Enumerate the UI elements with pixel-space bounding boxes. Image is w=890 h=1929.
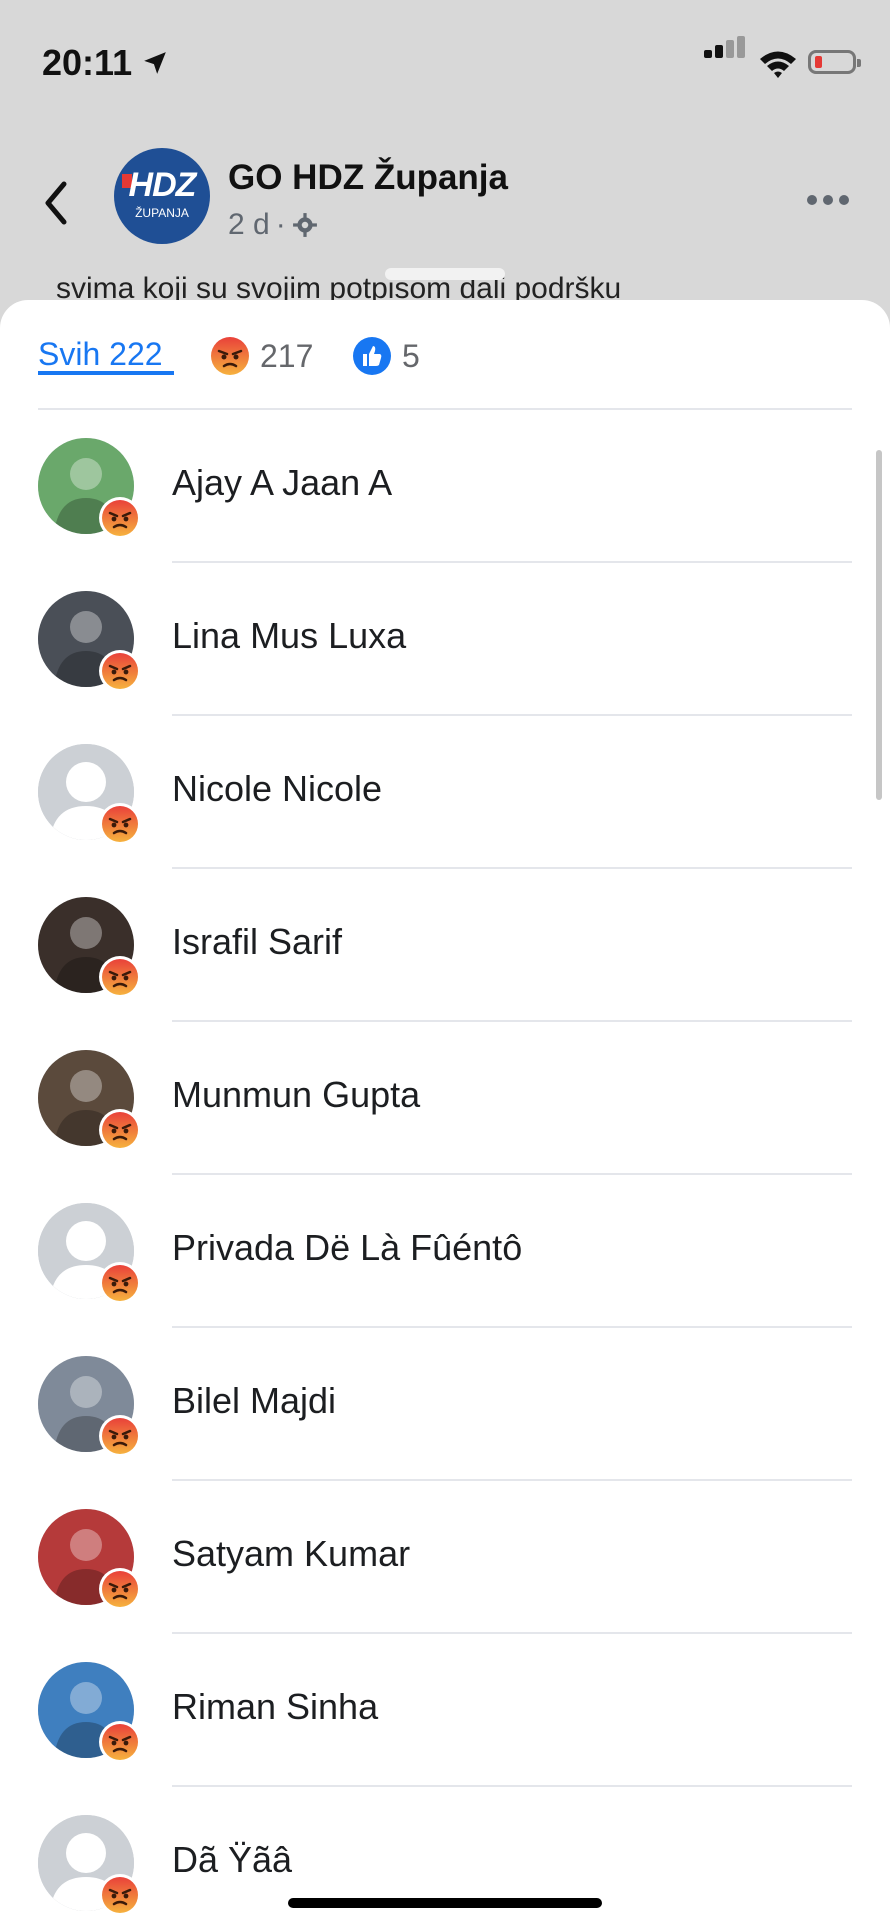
home-indicator[interactable]: [288, 1898, 602, 1908]
list-item[interactable]: Lina Mus Luxa: [0, 563, 890, 716]
location-arrow-icon: [144, 52, 166, 74]
person-name[interactable]: Bilel Majdi: [172, 1380, 336, 1422]
list-item[interactable]: Satyam Kumar: [0, 1481, 890, 1634]
back-chevron-icon[interactable]: [40, 178, 72, 228]
person-name[interactable]: Lina Mus Luxa: [172, 615, 406, 657]
post-header: HDZ ŽUPANJA GO HDZ Županja 2 d ·: [0, 130, 890, 280]
angry-reaction-badge-icon: [99, 956, 141, 998]
like-reaction-icon: [353, 337, 391, 375]
page-name[interactable]: GO HDZ Županja: [228, 158, 508, 198]
list-item[interactable]: Privada Dë Là Fûéntô: [0, 1175, 890, 1328]
angry-reaction-badge-icon: [99, 1721, 141, 1763]
person-name[interactable]: Privada Dë Là Fûéntô: [172, 1227, 522, 1269]
gear-icon: [292, 213, 317, 237]
angry-reaction-badge-icon: [99, 650, 141, 692]
wifi-icon: [760, 51, 796, 78]
person-name[interactable]: Riman Sinha: [172, 1686, 378, 1728]
person-name[interactable]: Dã Ÿãâ: [172, 1839, 292, 1881]
active-tab-indicator: [38, 371, 174, 375]
angry-reaction-badge-icon: [99, 1874, 141, 1916]
angry-reaction-badge-icon: [99, 1415, 141, 1457]
person-name[interactable]: Nicole Nicole: [172, 768, 382, 810]
tab-like[interactable]: 5: [352, 336, 420, 376]
list-item[interactable]: Nicole Nicole: [0, 716, 890, 869]
person-name[interactable]: Munmun Gupta: [172, 1074, 420, 1116]
angry-reaction-badge-icon: [99, 803, 141, 845]
post-age: 2 d: [228, 208, 270, 241]
tab-angry[interactable]: 217: [210, 336, 313, 376]
angry-reaction-badge-icon: [99, 1262, 141, 1304]
angry-reaction-badge-icon: [99, 1109, 141, 1151]
page-avatar[interactable]: HDZ ŽUPANJA: [114, 148, 210, 244]
status-bar: 20:11: [0, 0, 890, 130]
person-name[interactable]: Satyam Kumar: [172, 1533, 410, 1575]
more-options-icon[interactable]: [806, 192, 850, 208]
page-logo-text: HDZ: [128, 166, 197, 204]
list-item[interactable]: Munmun Gupta: [0, 1022, 890, 1175]
list-item[interactable]: Riman Sinha: [0, 1634, 890, 1787]
person-name[interactable]: Israfil Sarif: [172, 921, 342, 963]
reactions-sheet: Svih 222 217 5 Ajay A Jaan A Lina Mus Lu…: [0, 300, 890, 1929]
list-item[interactable]: Bilel Majdi: [0, 1328, 890, 1481]
list-item[interactable]: Israfil Sarif: [0, 869, 890, 1022]
tab-like-count: 5: [402, 337, 420, 374]
list-item[interactable]: Ajay A Jaan A: [0, 410, 890, 563]
page-logo-subtext: ŽUPANJA: [135, 206, 189, 220]
tab-angry-count: 217: [260, 337, 314, 374]
tab-all[interactable]: Svih 222: [38, 336, 174, 375]
angry-reaction-badge-icon: [99, 1568, 141, 1610]
scrollbar[interactable]: [876, 450, 882, 800]
person-name[interactable]: Ajay A Jaan A: [172, 462, 392, 504]
reactors-list: Ajay A Jaan A Lina Mus Luxa Nicole Nicol…: [0, 410, 890, 1929]
tab-all-label: Svih 222: [38, 336, 163, 372]
meta-separator: ·: [275, 208, 286, 241]
angry-reaction-badge-icon: [99, 497, 141, 539]
post-meta: 2 d ·: [228, 208, 318, 242]
reaction-tabs: Svih 222 217 5: [38, 300, 852, 410]
status-time: 20:11: [42, 42, 133, 83]
battery-icon: [808, 50, 861, 74]
sheet-grabber-handle[interactable]: [385, 268, 505, 280]
angry-reaction-icon: [211, 337, 249, 375]
